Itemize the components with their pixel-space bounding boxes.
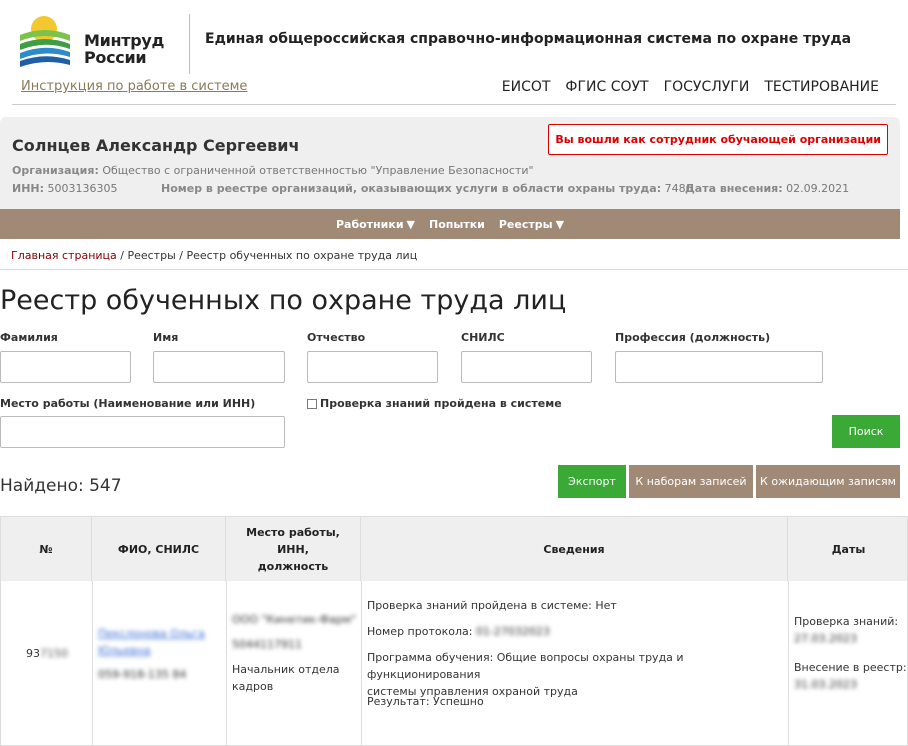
chevron-down-icon: ▼ — [555, 217, 565, 231]
pending-records-button[interactable]: К ожидающим записям — [756, 465, 900, 498]
nav-eisot[interactable]: ЕИСОТ — [502, 79, 551, 95]
col-header-num: № — [1, 517, 92, 581]
search-button[interactable]: Поиск — [832, 415, 900, 448]
breadcrumb-current: Реестр обученных по охране труда лиц — [186, 249, 418, 262]
workplace-org: ООО "Кинетик-Фарм" — [232, 613, 357, 626]
org-label: Организация: — [12, 164, 99, 177]
snils-input[interactable] — [461, 351, 592, 383]
menu-attempts[interactable]: Попытки — [429, 218, 485, 231]
breadcrumb-divider — [0, 269, 908, 270]
record-sets-button[interactable]: К наборам записей — [629, 465, 753, 498]
registry-info: Номер в реестре организаций, оказывающих… — [161, 182, 693, 195]
col-header-fio: ФИО, СНИЛС — [92, 517, 226, 581]
date-value: 02.09.2021 — [786, 182, 850, 195]
instruction-link[interactable]: Инструкция по работе в системе — [21, 79, 247, 94]
found-count: Найдено: 547 — [0, 476, 122, 496]
nav-fgis-sout[interactable]: ФГИС СОУТ — [565, 79, 648, 95]
brand-name: Минтруд России — [84, 31, 165, 67]
snils-label: СНИЛС — [461, 331, 505, 344]
organization-info: Организация: Общество с ограниченной отв… — [12, 164, 534, 177]
mintrud-logo-icon[interactable] — [20, 15, 70, 67]
knowledge-check-label[interactable]: Проверка знаний пройдена в системе — [320, 397, 562, 410]
patronymic-input[interactable] — [307, 351, 438, 383]
nav-testing[interactable]: ТЕСТИРОВАНИЕ — [764, 79, 879, 95]
main-menu: Работники ▼ Попытки Реестры ▼ — [0, 209, 900, 239]
role-alert: Вы вошли как сотрудник обучающей организ… — [548, 124, 888, 155]
patronymic-label: Отчество — [307, 331, 366, 344]
col-header-info: Сведения — [361, 517, 788, 581]
info-result: Результат: Успешно — [367, 695, 484, 708]
inn-info: ИНН: 5003136305 — [12, 182, 118, 195]
info-knowledge-check: Проверка знаний пройдена в системе: Нет — [367, 599, 617, 612]
profession-label: Профессия (должность) — [615, 331, 771, 344]
header-divider — [189, 14, 190, 74]
date-registry: Внесение в реестр: 31.03.2023 — [794, 661, 907, 691]
workplace-input[interactable] — [0, 416, 285, 448]
registry-table: № ФИО, СНИЛС Место работы, ИНН, должност… — [0, 516, 908, 746]
workplace-label: Место работы (Наименование или ИНН) — [0, 397, 256, 410]
column-divider — [788, 581, 789, 745]
workplace-inn: 5044117911 — [232, 638, 302, 651]
knowledge-check-checkbox[interactable] — [307, 399, 317, 409]
breadcrumb-registries[interactable]: Реестры — [127, 249, 175, 262]
row-number: 937150 — [26, 647, 68, 660]
person-snils: 059-918-135 84 — [98, 668, 187, 681]
registry-label: Номер в реестре организаций, оказывающих… — [161, 182, 662, 195]
breadcrumb-home[interactable]: Главная страница — [11, 249, 117, 262]
inn-label: ИНН: — [12, 182, 45, 195]
column-divider — [361, 581, 362, 745]
site-header: Минтруд России Единая общероссийская спр… — [0, 0, 908, 105]
export-button[interactable]: Экспорт — [558, 465, 626, 498]
top-nav: ЕИСОТ ФГИС СОУТ ГОСУСЛУГИ ТЕСТИРОВАНИЕ — [502, 79, 879, 95]
column-divider — [92, 581, 93, 745]
date-label: Дата внесения: — [685, 182, 783, 195]
menu-registries[interactable]: Реестры ▼ — [499, 218, 564, 231]
menu-workers[interactable]: Работники ▼ — [336, 218, 415, 231]
profession-input[interactable] — [615, 351, 823, 383]
person-fio-link[interactable]: Пекслонова Ольга Юльевна — [98, 625, 205, 659]
system-title: Единая общероссийская справочно-информац… — [205, 31, 852, 47]
org-value: Общество с ограниченной ответственностью… — [102, 164, 534, 177]
table-header: № ФИО, СНИЛС Место работы, ИНН, должност… — [1, 517, 907, 581]
breadcrumb-separator: / — [175, 249, 187, 262]
user-name: Солнцев Александр Сергеевич — [12, 136, 300, 155]
info-protocol: Номер протокола: 01-27032023 — [367, 625, 550, 638]
date-info: Дата внесения: 02.09.2021 — [685, 182, 849, 195]
name-label: Имя — [153, 331, 179, 344]
name-input[interactable] — [153, 351, 285, 383]
surname-input[interactable] — [0, 351, 131, 383]
nav-gosuslugi[interactable]: ГОСУСЛУГИ — [664, 79, 750, 95]
breadcrumb: Главная страница / Реестры / Реестр обуч… — [11, 249, 417, 262]
col-header-dates: Даты — [831, 542, 866, 556]
page-title: Реестр обученных по охране труда лиц — [0, 285, 567, 316]
chevron-down-icon: ▼ — [406, 217, 416, 231]
col-header-workplace: Место работы, ИНН, должность — [226, 517, 361, 581]
header-separator — [12, 104, 896, 105]
inn-value: 5003136305 — [47, 182, 118, 195]
workplace-position: Начальник отдела кадров — [232, 663, 340, 693]
breadcrumb-separator: / — [116, 249, 128, 262]
surname-label: Фамилия — [0, 331, 58, 344]
column-divider — [226, 581, 227, 745]
date-knowledge: Проверка знаний: 27.03.2023 — [794, 615, 899, 645]
user-panel: Солнцев Александр Сергеевич Вы вошли как… — [0, 117, 900, 209]
